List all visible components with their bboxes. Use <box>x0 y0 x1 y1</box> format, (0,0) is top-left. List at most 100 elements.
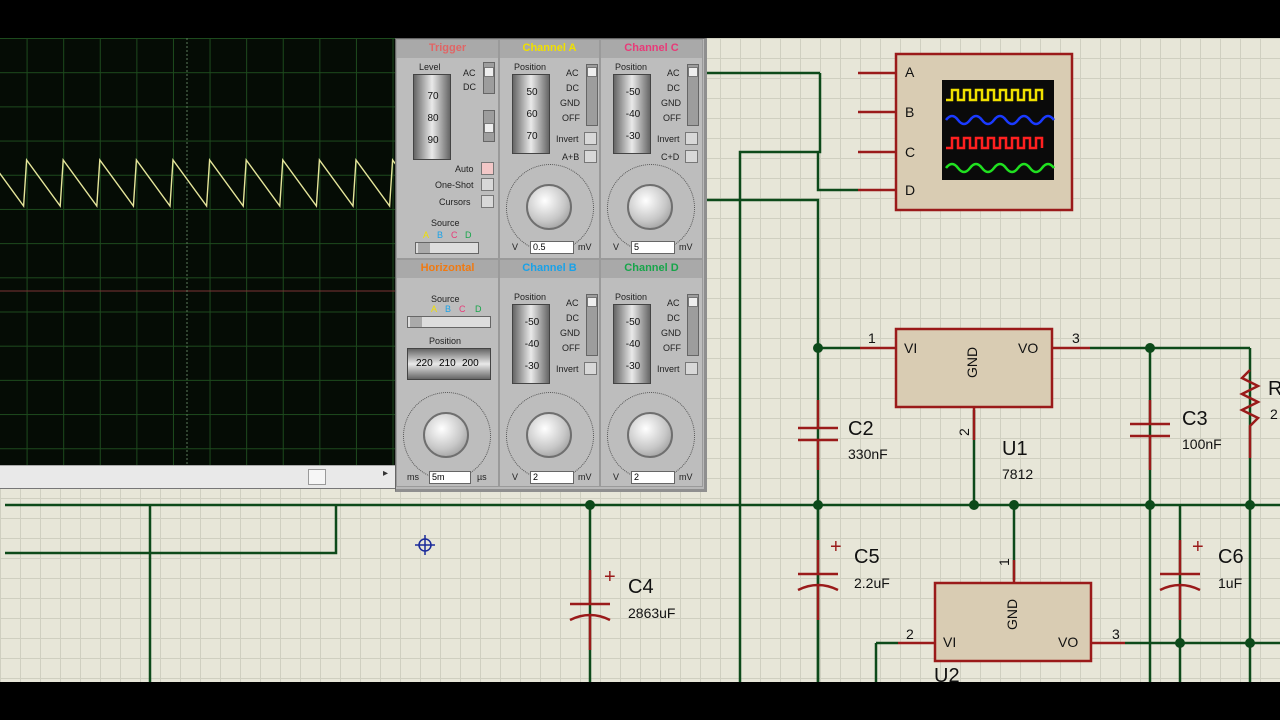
channel-b-unit-right: mV <box>578 472 592 482</box>
trigger-mode-oneshot-label: One-Shot <box>435 180 474 190</box>
channel-b-position-drum[interactable]: -50 -40 -30 <box>512 304 550 384</box>
u2-pin1: 1 <box>996 558 1012 566</box>
c5-ref: C5 <box>854 546 880 568</box>
horizontal-source-c: C <box>459 304 466 314</box>
c4-ref: C4 <box>628 576 654 598</box>
channel-d-position-label: Position <box>615 292 648 302</box>
position-tick: -40 <box>524 339 540 350</box>
channel-b-gnd: GND <box>560 328 580 338</box>
trigger-ac-label: AC <box>463 68 476 78</box>
oscilloscope-control-panel: Trigger Level 70 80 90 AC DC Auto One-Sh… <box>395 38 707 492</box>
channel-c-combine-label: C+D <box>661 152 680 162</box>
bottom-letterbox <box>0 682 1280 720</box>
horizontal-position-label: Position <box>429 336 462 346</box>
channel-c-position-label: Position <box>615 62 648 72</box>
scope-pin-b: B <box>905 104 915 120</box>
channel-a-invert-button[interactable] <box>584 132 597 145</box>
channel-a-combine-button[interactable] <box>584 150 597 163</box>
c3-value: 100nF <box>1182 436 1222 452</box>
channel-a-position-label: Position <box>514 62 547 72</box>
channel-c-combine-button[interactable] <box>685 150 698 163</box>
trigger-edge-slider[interactable] <box>483 110 495 142</box>
channel-c-off: OFF <box>663 113 681 123</box>
channel-d-invert-button[interactable] <box>685 362 698 375</box>
horizontal-position-drum[interactable]: 220 210 200 <box>407 348 491 380</box>
channel-c-coupling-slider[interactable] <box>687 64 699 126</box>
auto-button[interactable] <box>481 162 494 175</box>
trigger-coupling-slider[interactable] <box>483 62 495 94</box>
scrollbar-thumb[interactable] <box>308 469 326 485</box>
position-tick: -30 <box>625 361 641 372</box>
channel-c-unit-right: mV <box>679 242 693 252</box>
position-tick: -30 <box>625 131 641 142</box>
channel-d-volts-field[interactable]: 2 <box>631 471 675 484</box>
position-tick: -50 <box>524 317 540 328</box>
scroll-right-arrow-icon[interactable]: ▸ <box>383 468 388 479</box>
channel-a-coupling-slider[interactable] <box>586 64 598 126</box>
channel-b-coupling-slider[interactable] <box>586 294 598 356</box>
horizontal-unit-left: ms <box>407 472 419 482</box>
trigger-section: Trigger Level 70 80 90 AC DC Auto One-Sh… <box>396 39 499 259</box>
horizontal-timebase-field[interactable]: 5m <box>429 471 471 484</box>
one-shot-button[interactable] <box>481 178 494 191</box>
scope-pin-c: C <box>905 144 916 160</box>
channel-b-ac: AC <box>566 298 579 308</box>
position-tick: 220 <box>416 358 433 369</box>
level-tick: 80 <box>427 113 439 124</box>
channel-a-combine-label: A+B <box>562 152 580 162</box>
channel-d-section: Channel D Position -50 -40 -30 AC DC GND… <box>600 259 703 487</box>
channel-a-volts-field[interactable]: 0.5 <box>530 241 574 254</box>
position-tick: 50 <box>526 87 538 98</box>
level-tick: 70 <box>427 91 439 102</box>
c6-plus: + <box>1192 536 1204 558</box>
u2-vo-label: VO <box>1058 634 1079 650</box>
channel-a-position-drum[interactable]: 50 60 70 <box>512 74 550 154</box>
channel-b-invert-button[interactable] <box>584 362 597 375</box>
scope-symbol[interactable] <box>858 52 1074 212</box>
c2-value: 330nF <box>848 446 888 462</box>
channel-a-section: Channel A Position 50 60 70 AC DC GND OF… <box>499 39 600 259</box>
channel-b-volts-field[interactable]: 2 <box>530 471 574 484</box>
proteus-app: A B C D VI VO GND 1 3 2 U1 7812 VI VO GN… <box>0 0 1280 720</box>
channel-b-section: Channel B Position -50 -40 -30 AC DC GND… <box>499 259 600 487</box>
channel-c-dc: DC <box>667 83 680 93</box>
u1-pin1: 1 <box>868 330 876 346</box>
channel-c-position-drum[interactable]: -50 -40 -30 <box>613 74 651 154</box>
channel-d-position-drum[interactable]: -50 -40 -30 <box>613 304 651 384</box>
level-tick: 90 <box>427 135 439 146</box>
trigger-mode-cursors-label: Cursors <box>439 197 471 207</box>
trigger-dc-label: DC <box>463 82 476 92</box>
channel-d-unit-right: mV <box>679 472 693 482</box>
position-tick: -30 <box>524 361 540 372</box>
channel-c-volts-field[interactable]: 5 <box>631 241 675 254</box>
channel-d-title: Channel D <box>601 260 702 278</box>
channel-c-invert-button[interactable] <box>685 132 698 145</box>
u1-pin3: 3 <box>1072 330 1080 346</box>
oscilloscope-screen[interactable] <box>0 38 395 465</box>
c6-ref: C6 <box>1218 546 1244 568</box>
u1-ref: U1 <box>1002 438 1028 460</box>
trigger-level-drum[interactable]: 70 80 90 <box>413 74 451 160</box>
u1-body[interactable] <box>860 327 1090 440</box>
resistor-ref-partial: R <box>1268 378 1280 400</box>
u1-pin2: 2 <box>956 428 972 436</box>
horizontal-source-slider[interactable] <box>407 316 491 328</box>
channel-b-dc: DC <box>566 313 579 323</box>
trigger-source-d: D <box>465 230 472 240</box>
channel-c-unit-left: V <box>613 242 620 252</box>
trigger-level-label: Level <box>419 62 441 72</box>
channel-b-invert-label: Invert <box>556 364 579 374</box>
cursors-button[interactable] <box>481 195 494 208</box>
horizontal-scrollbar[interactable]: ▸ <box>0 465 395 489</box>
trigger-source-slider[interactable] <box>415 242 479 254</box>
channel-d-ac: AC <box>667 298 680 308</box>
channel-d-coupling-slider[interactable] <box>687 294 699 356</box>
u1-vo-label: VO <box>1018 340 1039 356</box>
channel-a-off: OFF <box>562 113 580 123</box>
c5-plus: + <box>830 536 842 558</box>
trigger-source-label: Source <box>431 218 460 228</box>
channel-a-trace <box>0 158 395 208</box>
trigger-source-b: B <box>437 230 444 240</box>
horizontal-source-b: B <box>445 304 452 314</box>
position-tick: -50 <box>625 87 641 98</box>
